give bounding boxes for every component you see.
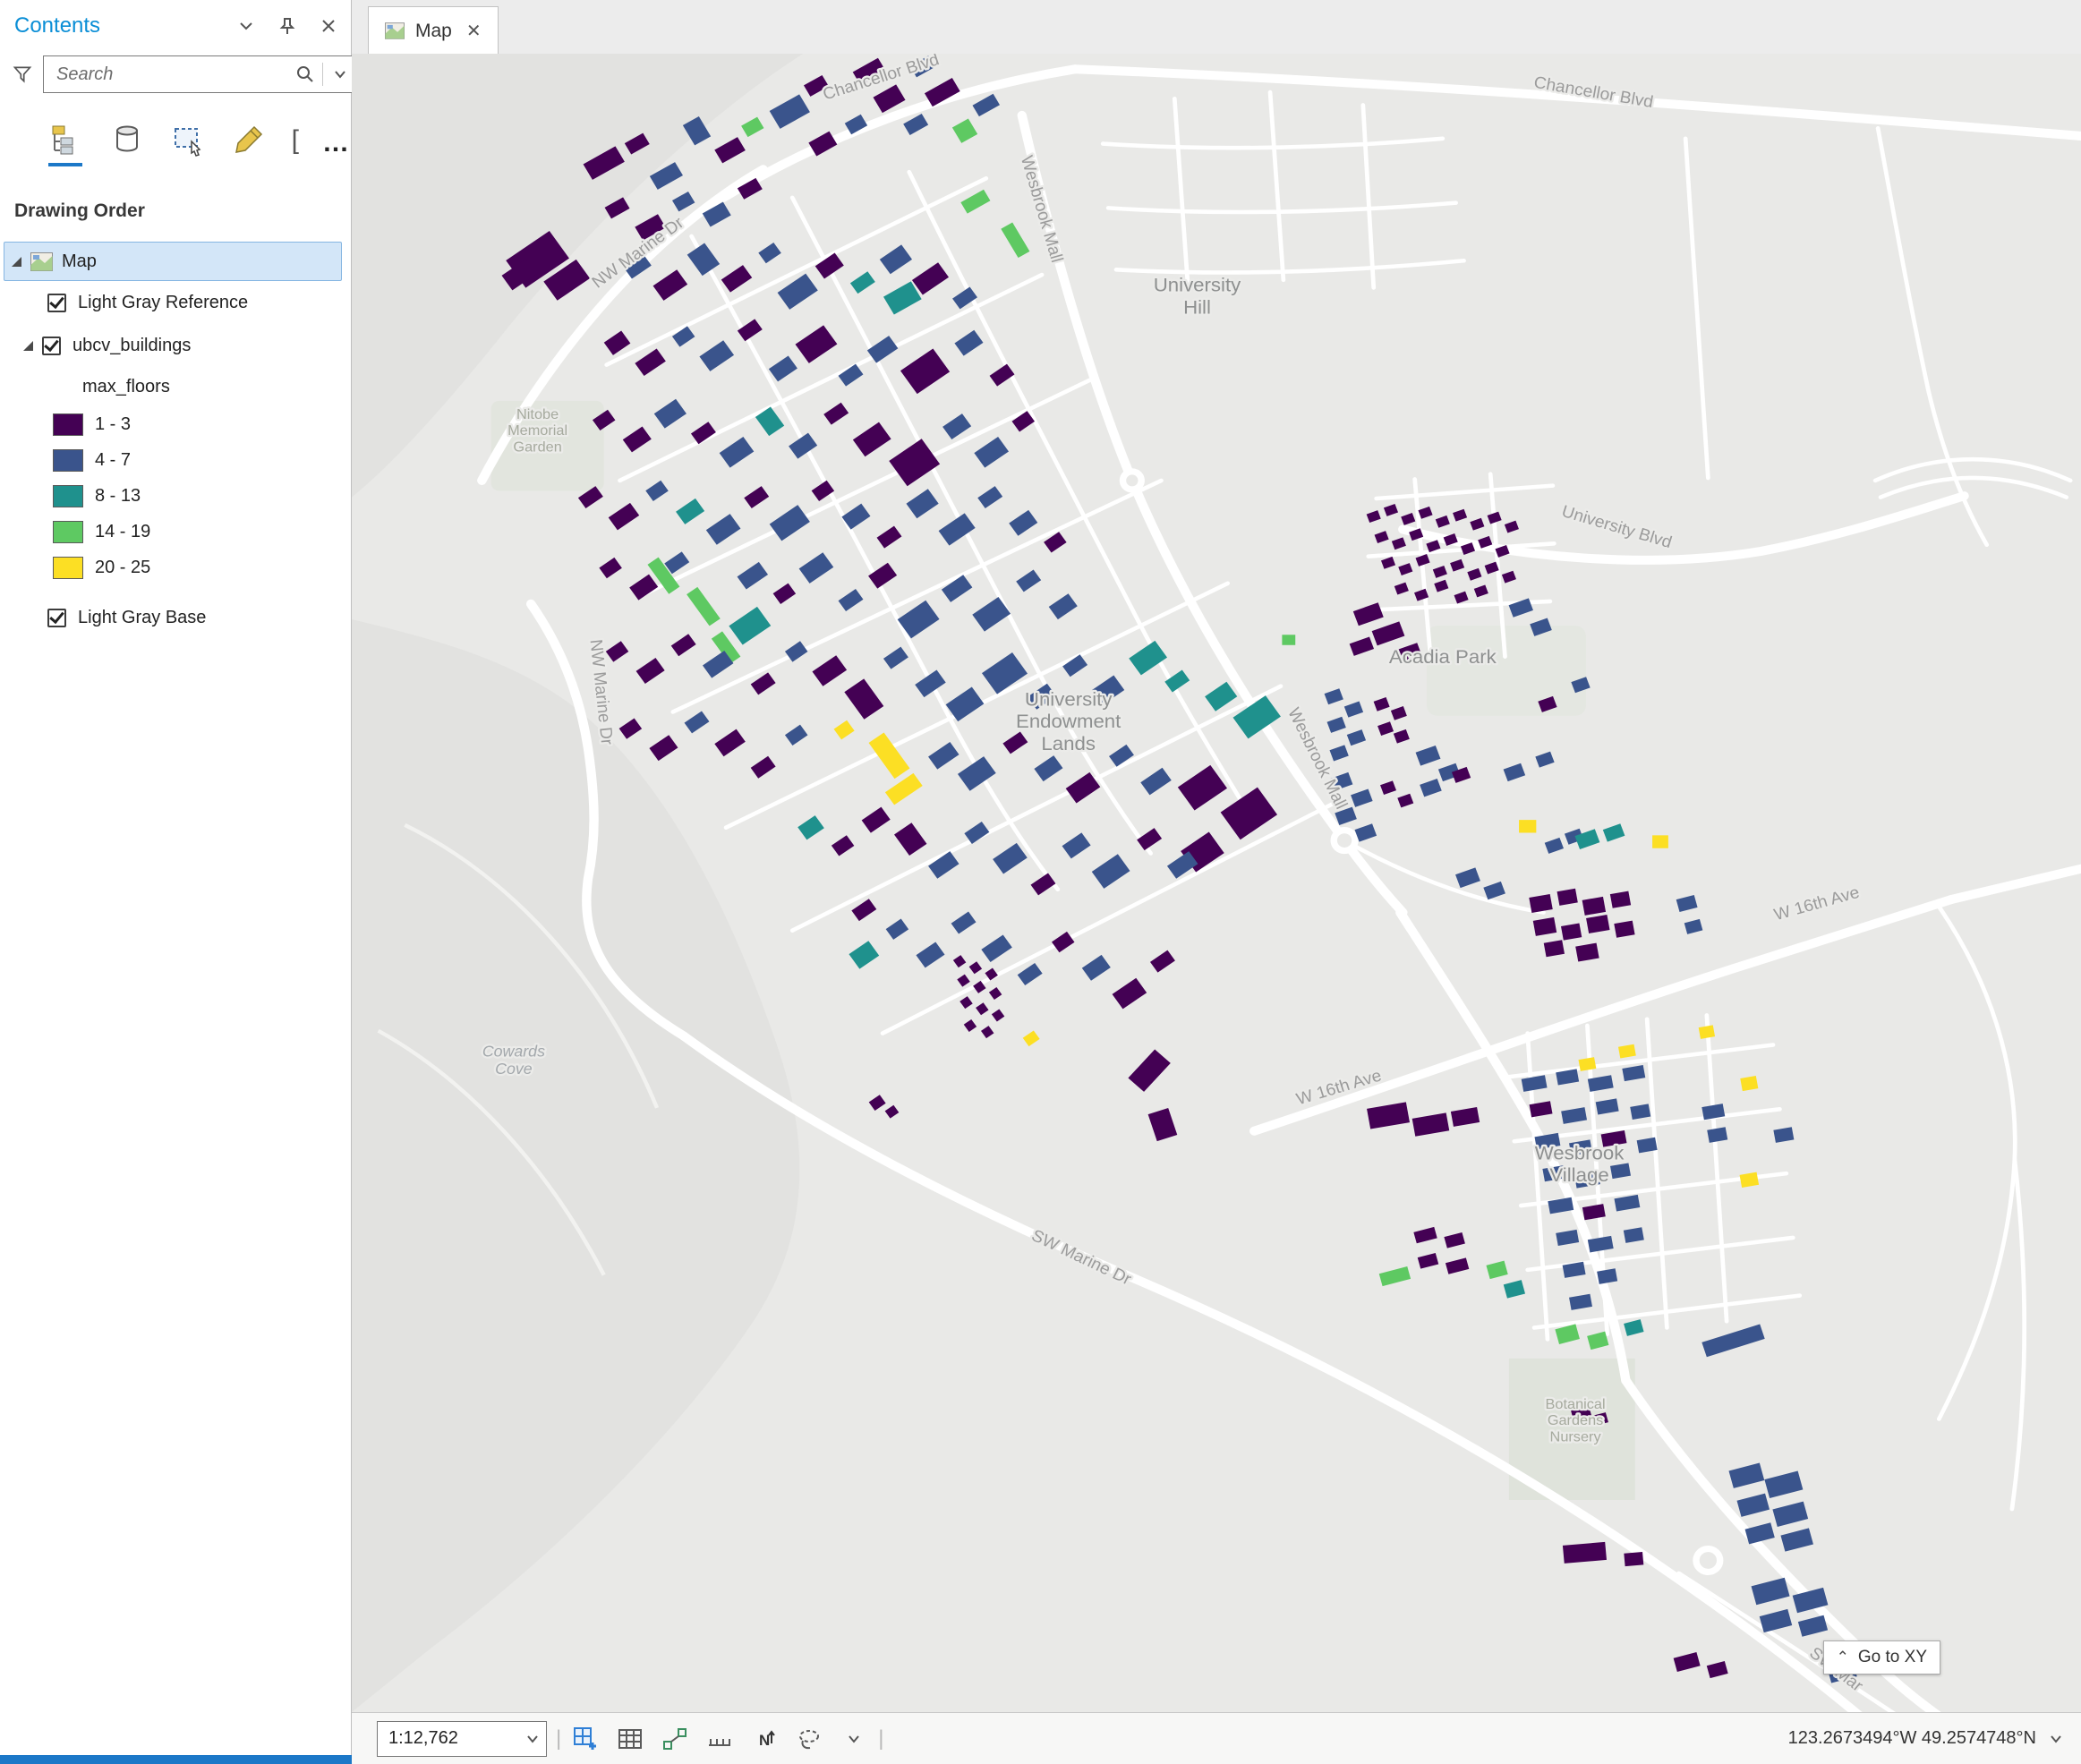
legend-field-row: max_floors (0, 367, 351, 406)
go-to-xy-popup[interactable]: ⌃ Go to XY (1823, 1640, 1940, 1675)
svg-text:NitobeMemorialGarden: NitobeMemorialGarden (507, 406, 567, 455)
north-arrow-icon[interactable]: N (749, 1724, 780, 1754)
layer-checkbox[interactable] (47, 294, 66, 312)
expand-triangle-icon[interactable] (23, 341, 33, 351)
legend-class-label: 1 - 3 (95, 414, 131, 435)
search-box (43, 55, 358, 93)
layer-label: Light Gray Reference (78, 293, 248, 313)
tab-label: Map (415, 21, 452, 42)
arcgis-pro-window: Contents (0, 0, 2081, 1764)
search-icon[interactable] (295, 64, 315, 84)
chevron-down-icon[interactable] (236, 16, 256, 36)
tree-item-light-gray-reference[interactable]: Light Gray Reference (0, 281, 351, 324)
legend-swatch[interactable] (53, 485, 83, 507)
divider: | (878, 1726, 883, 1751)
scale-select[interactable]: 1:12,762 (377, 1721, 547, 1757)
chevron-down-icon[interactable] (330, 64, 350, 84)
list-by-selection-button[interactable] (169, 120, 207, 159)
list-by-drawing-order-button[interactable] (47, 120, 84, 159)
legend-class-label: 8 - 13 (95, 486, 141, 507)
contents-toolbar: [ … (0, 93, 351, 159)
map-canvas[interactable]: Chancellor BlvdChancellor BlvdUniversity… (352, 54, 2081, 1712)
divider (322, 63, 323, 86)
legend-class-row[interactable]: 1 - 3 (0, 406, 351, 442)
grid-select-icon[interactable] (570, 1724, 601, 1754)
map-icon (30, 252, 53, 271)
tree-item-label: Map (62, 251, 97, 272)
legend-swatch[interactable] (53, 413, 83, 436)
layer-label: ubcv_buildings (72, 336, 191, 356)
list-by-snapping-button[interactable]: [ (292, 125, 299, 159)
table-icon[interactable] (615, 1724, 645, 1754)
map-region: Map ✕ (352, 0, 2081, 1764)
layer-checkbox[interactable] (47, 609, 66, 627)
search-input[interactable] (55, 64, 295, 86)
filter-icon[interactable] (13, 64, 32, 84)
collapse-caret-icon[interactable]: ⌃ (1837, 1649, 1849, 1666)
toolbar-overflow-button[interactable]: … (322, 134, 351, 159)
legend-swatch[interactable] (53, 449, 83, 472)
tree-item-light-gray-base[interactable]: Light Gray Base (0, 596, 351, 639)
svg-text:N: N (759, 1732, 770, 1749)
coordinates-readout: 123.2673494°W 49.2574748°N (1788, 1728, 2036, 1749)
legend-class-row[interactable]: 8 - 13 (0, 478, 351, 514)
contents-panel-title: Contents (14, 13, 236, 38)
chevron-down-icon[interactable] (2049, 1732, 2063, 1746)
svg-text:BotanicalGardensNursery: BotanicalGardensNursery (1546, 1396, 1606, 1444)
terrain-layer (352, 54, 2081, 1712)
legend-class-label: 20 - 25 (95, 558, 150, 578)
panel-accent-strip (0, 1755, 352, 1764)
snapping-icon[interactable] (660, 1724, 690, 1754)
contents-panel-header: Contents (0, 0, 351, 52)
layers-tree: Map Light Gray Reference ubcv_buildings … (0, 242, 351, 639)
layer-checkbox[interactable] (42, 337, 61, 355)
legend-class-row[interactable]: 14 - 19 (0, 514, 351, 550)
chevron-down-icon[interactable] (839, 1724, 869, 1754)
legend-class-row[interactable]: 20 - 25 (0, 550, 351, 585)
tab-map[interactable]: Map ✕ (368, 6, 499, 55)
pin-icon[interactable] (277, 16, 297, 36)
close-icon[interactable] (319, 16, 338, 36)
tree-item-ubcv-buildings[interactable]: ubcv_buildings (0, 324, 351, 367)
map-svg: Chancellor BlvdChancellor BlvdUniversity… (352, 54, 2081, 1712)
legend-field-label: max_floors (82, 377, 170, 397)
legend-swatch[interactable] (53, 521, 83, 543)
tab-close-icon[interactable]: ✕ (466, 20, 482, 42)
expand-triangle-icon[interactable] (12, 257, 21, 267)
map-status-bar: 1:12,762 | N (352, 1712, 2081, 1764)
go-to-xy-label: Go to XY (1858, 1648, 1927, 1667)
lasso-icon[interactable] (794, 1724, 824, 1754)
legend-swatch[interactable] (53, 557, 83, 579)
status-bar-tools: N (570, 1724, 869, 1754)
list-by-data-source-button[interactable] (107, 120, 145, 159)
divider: | (556, 1726, 561, 1751)
legend-class-label: 4 - 7 (95, 450, 131, 471)
view-tab-bar: Map ✕ (352, 0, 2081, 55)
measure-icon[interactable] (704, 1724, 735, 1754)
layer-label: Light Gray Base (78, 608, 206, 628)
chevron-down-icon (526, 1733, 539, 1745)
contents-panel: Contents (0, 0, 352, 1764)
legend-class-label: 14 - 19 (95, 522, 150, 542)
scale-value: 1:12,762 (388, 1728, 458, 1749)
search-row (0, 52, 351, 93)
svg-text:Acadia Park: Acadia Park (1389, 645, 1497, 668)
map-icon (385, 22, 405, 39)
drawing-order-heading: Drawing Order (0, 159, 351, 222)
legend-class-row[interactable]: 4 - 7 (0, 442, 351, 478)
list-by-editing-button[interactable] (230, 120, 268, 159)
tree-item-map[interactable]: Map (4, 242, 342, 281)
